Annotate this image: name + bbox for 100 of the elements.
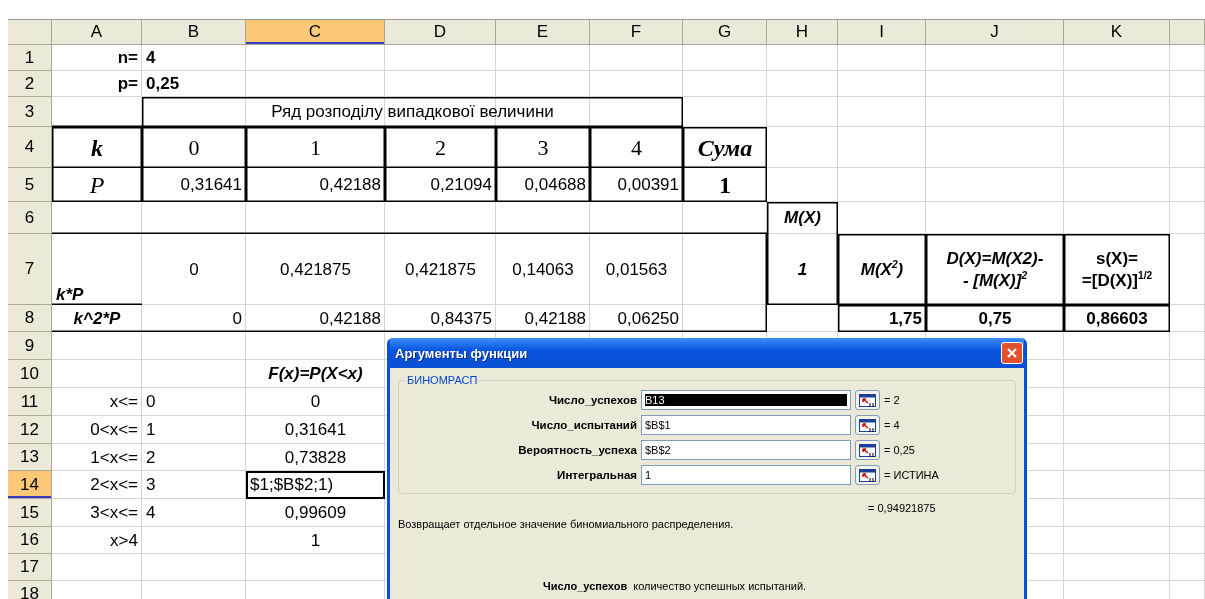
argument-result: = 0,25 (884, 444, 915, 456)
table-cell-text: 0,99609 (283, 502, 348, 525)
column-header[interactable]: C (246, 20, 385, 45)
collapse-button[interactable] (855, 415, 880, 435)
help-argument-name: Число_успехов (543, 580, 628, 592)
argument-value: 1 (645, 469, 652, 481)
argument-result: = 4 (884, 419, 900, 431)
table-cell: 0 (142, 305, 246, 332)
table-cell-text: n= (116, 47, 139, 70)
table-cell: k (52, 127, 142, 168)
table-cell: 0,75 (926, 305, 1064, 332)
table-cell: 0,84375 (385, 305, 496, 332)
table-cell: 0,00391 (590, 168, 683, 202)
table-cell-text: 2<x<= (89, 474, 139, 497)
table-cell-text: 0,73828 (283, 446, 348, 469)
help-argument-text: количество успешных испытаний. (633, 580, 807, 592)
table-cell: Ряд розподілу випадкової величини (142, 97, 683, 127)
row-header[interactable]: 12 (8, 416, 52, 444)
row-header[interactable]: 1 (8, 45, 52, 71)
collapse-dialog-icon (859, 418, 876, 432)
table-cell: M(X$^{2}$) (838, 234, 926, 305)
table-cell: 1,75 (838, 305, 926, 332)
formula-result: = 0,94921875 (868, 502, 936, 514)
argument-label: Число_испытаний (530, 419, 637, 431)
table-cell-text: 0,421875 (404, 258, 477, 281)
table-cell: 2 (385, 127, 496, 168)
row-header[interactable]: 2 (8, 71, 52, 97)
column-header[interactable]: D (385, 20, 496, 45)
column-header[interactable]: A (52, 20, 142, 45)
row-header[interactable]: 8 (8, 305, 52, 332)
table-cell-text: 3<x<= (89, 502, 139, 525)
collapse-button[interactable] (855, 440, 880, 460)
column-header[interactable]: B (142, 20, 246, 45)
table-cell-text: 1 (309, 529, 322, 552)
table-cell: s(X)= =[D(X)]$^{1/2}$ (1064, 234, 1170, 305)
table-cell-text: F(x)=P(X<x) (267, 363, 364, 386)
row-header[interactable]: 7 (8, 234, 52, 305)
table-cell-text: 0,14063 (511, 258, 575, 281)
argument-label: Интегральная (556, 469, 637, 481)
argument-field[interactable]: $B$1 (641, 415, 851, 435)
argument-field[interactable]: $B$2 (641, 440, 851, 460)
argument-label: Число_успехов (547, 394, 637, 406)
table-cell: 3 (496, 127, 590, 168)
table-cell-text: 0 (309, 391, 322, 414)
row-header[interactable]: 13 (8, 444, 52, 471)
row-header[interactable]: 9 (8, 332, 52, 360)
table-cell: 0 (142, 127, 246, 168)
table-cell: 1 (683, 168, 767, 202)
table-cell: 0,21094 (385, 168, 496, 202)
table-cell-text: 3 (145, 474, 157, 497)
row-header[interactable]: 16 (8, 527, 52, 554)
table-cell: 4 (590, 127, 683, 168)
row-header[interactable]: 17 (8, 554, 52, 581)
row-header[interactable]: 4 (8, 127, 52, 168)
table-cell-text: 0<x<= (89, 419, 139, 442)
row-header[interactable]: 18 (8, 581, 52, 599)
table-cell-text: 1 (145, 419, 157, 442)
table-cell-text: 4 (145, 47, 157, 70)
table-cell: $1;$B$2;1) (246, 471, 385, 499)
function-name: БИНОМРАСП (406, 374, 479, 386)
argument-result: = ИСТИНА (884, 469, 939, 481)
table-cell-text: 0,25 (145, 73, 181, 96)
row-header[interactable]: 10 (8, 360, 52, 388)
row-header[interactable]: 11 (8, 388, 52, 416)
row-header[interactable]: 5 (8, 168, 52, 202)
dialog-title: Аргументы функции (395, 345, 528, 361)
collapse-dialog-icon (859, 443, 876, 457)
column-header[interactable]: I (838, 20, 926, 45)
table-cell: 1 (767, 234, 838, 305)
collapse-button[interactable] (855, 390, 880, 410)
table-cell-text: p= (116, 73, 139, 96)
table-cell-text: x>4 (109, 529, 139, 552)
close-icon (1006, 347, 1018, 359)
column-header[interactable]: G (683, 20, 767, 45)
row-header[interactable]: 15 (8, 499, 52, 527)
table-cell: P (52, 168, 142, 202)
collapse-button[interactable] (855, 465, 880, 485)
row-header[interactable]: 3 (8, 97, 52, 127)
row-header[interactable]: 6 (8, 202, 52, 234)
argument-result: = 2 (884, 394, 900, 406)
table-cell-text: 0 (145, 391, 157, 414)
table-cell: 0,04688 (496, 168, 590, 202)
table-cell-text: 0,421875 (279, 258, 352, 281)
row-header[interactable]: 14 (8, 471, 52, 499)
column-header[interactable]: J (926, 20, 1064, 45)
argument-field[interactable]: 1 (641, 465, 851, 485)
table-cell-text: 2 (145, 446, 157, 469)
table-cell-text: 0,01563 (604, 258, 669, 281)
close-button[interactable] (1001, 342, 1023, 364)
column-header[interactable]: E (496, 20, 590, 45)
column-header[interactable]: F (590, 20, 683, 45)
column-header[interactable]: K (1064, 20, 1170, 45)
table-cell: 0,42188 (496, 305, 590, 332)
column-header[interactable]: H (767, 20, 838, 45)
table-cell-text: 4 (145, 502, 157, 525)
argument-value: $B$2 (645, 444, 671, 456)
table-cell-text: 0 (188, 258, 200, 281)
table-cell: 0,42188 (246, 168, 385, 202)
argument-value: $B$1 (645, 419, 671, 431)
table-cell: 0,86603 (1064, 305, 1170, 332)
